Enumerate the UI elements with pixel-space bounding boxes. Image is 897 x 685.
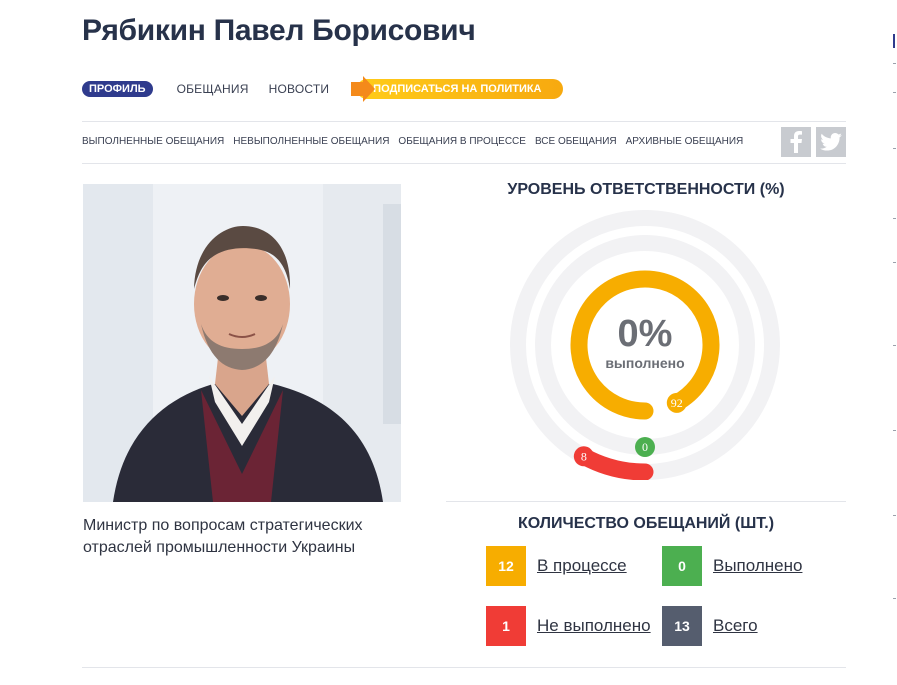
filter-completed[interactable]: ВЫПОЛНЕННЫЕ ОБЕЩАНИЯ xyxy=(82,136,224,147)
promise-filters: ВЫПОЛНЕННЫЕ ОБЕЩАНИЯ НЕВЫПОЛНЕННЫЕ ОБЕЩА… xyxy=(82,136,743,147)
stat-completed-count: 0 xyxy=(662,546,702,586)
subscribe-button[interactable]: ПОДПИСАТЬСЯ НА ПОЛИТИКА xyxy=(357,79,564,99)
profile-description: Министр по вопросам стратегических отрас… xyxy=(83,517,363,556)
gauge-label-not-done: 8 xyxy=(581,449,587,463)
divider xyxy=(82,121,846,122)
edge-dash xyxy=(893,63,896,64)
gauge-label-in-progress: 92 xyxy=(671,396,683,410)
edge-dash xyxy=(893,345,896,346)
responsibility-gauge: 92 0 8 0% выполнено xyxy=(510,210,780,480)
stat-completed[interactable]: 0 Выполнено xyxy=(662,546,802,586)
stat-total[interactable]: 13 Всего xyxy=(662,606,758,646)
divider xyxy=(82,667,846,668)
edge-dash xyxy=(893,598,896,599)
percent-caption: выполнено xyxy=(605,355,684,371)
portrait-image xyxy=(83,184,401,502)
tab-promises[interactable]: ОБЕЩАНИЯ xyxy=(177,82,249,96)
twitter-icon xyxy=(820,133,842,151)
divider xyxy=(446,501,846,502)
filter-in-progress[interactable]: ОБЕЩАНИЯ В ПРОЦЕССЕ xyxy=(398,136,526,147)
main-nav: ПРОФИЛЬ ОБЕЩАНИЯ НОВОСТИ ПОДПИСАТЬСЯ НА … xyxy=(82,72,567,106)
edge-dash xyxy=(893,515,896,516)
stat-not-completed-count: 1 xyxy=(486,606,526,646)
twitter-share-button[interactable] xyxy=(816,127,846,157)
tab-news[interactable]: НОВОСТИ xyxy=(269,82,330,96)
arrow-right-icon xyxy=(351,76,376,102)
counts-heading: КОЛИЧЕСТВО ОБЕЩАНИЙ (ШТ.) xyxy=(517,515,775,532)
gauge-label-done: 0 xyxy=(642,440,648,454)
percent-value: 0% xyxy=(618,313,673,355)
divider xyxy=(82,163,846,164)
stat-in-progress-link[interactable]: В процессе xyxy=(537,556,627,576)
stat-total-count: 13 xyxy=(662,606,702,646)
facebook-share-button[interactable] xyxy=(781,127,811,157)
stat-not-completed-link[interactable]: Не выполнено xyxy=(537,616,651,636)
page-title: Рябикин Павел Борисович xyxy=(82,14,476,47)
filter-archived[interactable]: АРХИВНЫЕ ОБЕЩАНИЯ xyxy=(626,136,744,147)
filter-not-completed[interactable]: НЕВЫПОЛНЕННЫЕ ОБЕЩАНИЯ xyxy=(233,136,389,147)
responsibility-heading: УРОВЕНЬ ОТВЕТСТВЕННОСТИ (%) xyxy=(507,181,785,198)
stat-total-link[interactable]: Всего xyxy=(713,616,758,636)
stat-completed-link[interactable]: Выполнено xyxy=(713,556,802,576)
filter-all[interactable]: ВСЕ ОБЕЩАНИЯ xyxy=(535,136,617,147)
stat-in-progress[interactable]: 12 В процессе xyxy=(486,546,627,586)
subscribe-wrapper: ПОДПИСАТЬСЯ НА ПОЛИТИКА xyxy=(349,72,567,106)
profile-photo xyxy=(83,184,401,502)
tab-profile[interactable]: ПРОФИЛЬ xyxy=(82,81,153,97)
edge-dash xyxy=(893,218,896,219)
edge-dash xyxy=(893,262,896,263)
facebook-icon xyxy=(790,131,802,153)
stat-in-progress-count: 12 xyxy=(486,546,526,586)
edge-dash xyxy=(893,430,896,431)
edge-marker xyxy=(893,34,895,48)
edge-dash xyxy=(893,148,896,149)
edge-dash xyxy=(893,92,896,93)
stat-not-completed[interactable]: 1 Не выполнено xyxy=(486,606,651,646)
